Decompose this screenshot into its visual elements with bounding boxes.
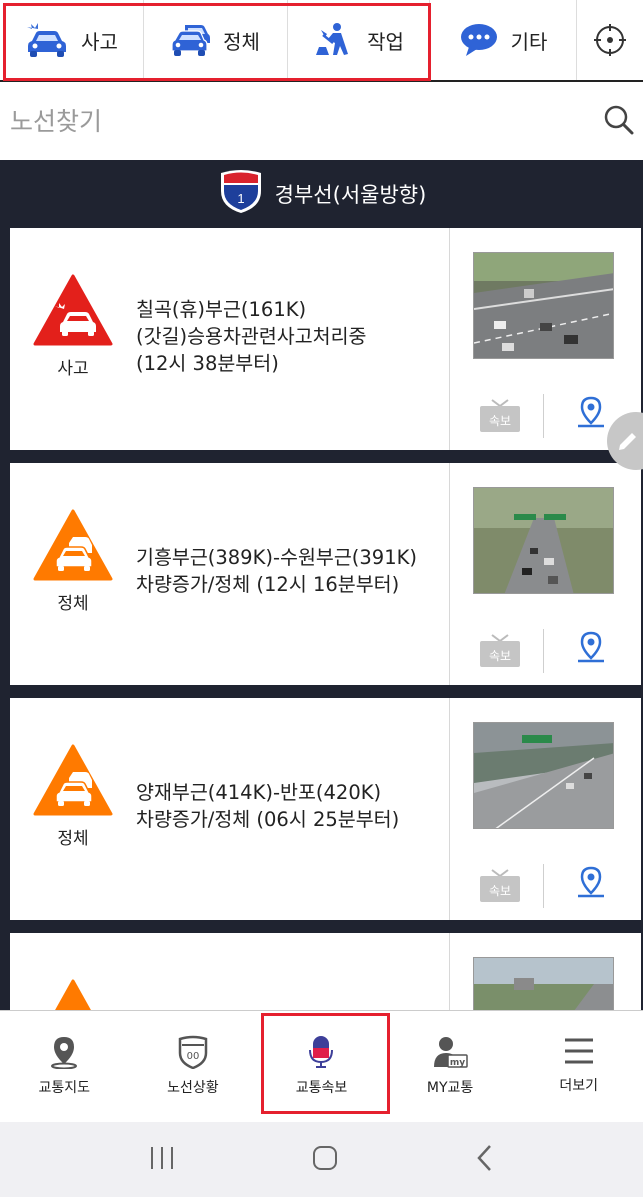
nav-traffic-map-label: 교통지도 (38, 1080, 91, 1096)
tab-roadwork-label: 작업 (367, 29, 404, 54)
tab-roadwork[interactable]: 작업 (288, 0, 430, 80)
incident-line: (12시 38분부터) (136, 352, 279, 375)
pencil-icon (619, 433, 636, 450)
roadwork-icon (313, 21, 355, 59)
route-search-bar (0, 82, 643, 160)
route-search-input[interactable] (10, 106, 570, 136)
incident-description: 기흥부근(389K)-수원부근(391K) 차량증가/정체 (12시 16분부터… (136, 544, 456, 598)
nav-route-status[interactable]: 00 노선상황 (129, 1011, 258, 1122)
incident-card[interactable]: 정체 기흥부근(389K)-수원부근(391K) 차량증가/정체 (12시 16… (10, 463, 641, 685)
route-header: 1 경부선(서울방향) (0, 160, 643, 228)
tab-accident[interactable]: 사고 (0, 0, 144, 80)
card-divider (449, 228, 450, 450)
action-separator (543, 629, 544, 673)
flash-news-label: 속보 (489, 884, 511, 898)
incident-line: 양재부근(414K)-반포(420K) (136, 781, 382, 804)
incident-card[interactable] (10, 933, 641, 1010)
tv-flash-icon: 속보 (480, 399, 520, 432)
car-crash-icon (25, 21, 69, 59)
incident-card[interactable]: 정체 양재부근(414K)-반포(420K) 차량증가/정체 (06시 25분부… (10, 698, 641, 920)
menu-icon (564, 1038, 593, 1064)
incident-badge (28, 979, 118, 1010)
nav-route-status-label: 노선상황 (167, 1080, 219, 1096)
incident-category: 사고 (57, 359, 89, 379)
home-icon[interactable] (311, 1144, 339, 1176)
highway-shield-icon: 1 (217, 169, 265, 220)
card-divider (449, 463, 450, 685)
incident-description: 칠곡(휴)부근(161K) (갓길)승용차관련사고처리중 (12시 38분부터) (136, 296, 456, 377)
svg-text:00: 00 (187, 1051, 200, 1062)
incident-line: 차량증가/정체 (12시 16분부터) (136, 573, 400, 596)
map-location-button[interactable] (574, 396, 608, 434)
tv-flash-icon: 속보 (480, 634, 520, 667)
nav-my-traffic-label: MY교통 (426, 1080, 474, 1096)
crosshair-icon (593, 23, 627, 57)
action-separator (543, 864, 544, 908)
map-pin-icon (578, 631, 604, 663)
accident-warning-icon (33, 274, 113, 346)
congestion-warning-icon (33, 509, 113, 581)
incident-list: 1 경부선(서울방향) 사고 칠곡(휴)부근(161K) (갓길)승용차관련사고… (0, 160, 643, 1010)
cctv-thumbnail[interactable] (473, 722, 614, 829)
flash-news-label: 속보 (489, 414, 511, 428)
flash-news-button[interactable]: 속보 (478, 868, 522, 908)
incident-line: 기흥부근(389K)-수원부근(391K) (136, 546, 418, 569)
nav-more[interactable]: 더보기 (514, 1011, 643, 1122)
flash-news-button[interactable]: 속보 (478, 398, 522, 438)
incident-badge: 정체 (28, 744, 118, 849)
my-user-icon: my (434, 1037, 468, 1068)
tv-flash-icon: 속보 (480, 869, 520, 902)
svg-text:my: my (450, 1058, 465, 1068)
nav-traffic-flash[interactable]: 교통속보 (257, 1011, 386, 1122)
congestion-warning-icon (55, 979, 91, 1010)
route-number: 1 (237, 191, 244, 206)
search-icon[interactable] (603, 104, 635, 140)
incident-badge: 사고 (28, 274, 118, 379)
incident-description: 양재부근(414K)-반포(420K) 차량증가/정체 (06시 25분부터) (136, 779, 456, 833)
chat-bubble-icon (459, 23, 499, 57)
map-pin-icon (51, 1037, 78, 1069)
incident-filter-bar: 사고 정체 작업 기타 (0, 0, 643, 82)
incident-badge: 정체 (28, 509, 118, 614)
route-shield-icon: 00 (178, 1035, 208, 1069)
back-icon[interactable] (475, 1144, 495, 1176)
flash-news-label: 속보 (489, 649, 511, 663)
tab-other[interactable]: 기타 (430, 0, 577, 80)
action-separator (543, 394, 544, 438)
card-divider (449, 933, 450, 1010)
nav-more-label: 더보기 (559, 1078, 598, 1094)
incident-card[interactable]: 사고 칠곡(휴)부근(161K) (갓길)승용차관련사고처리중 (12시 38분… (10, 228, 641, 450)
nav-traffic-map[interactable]: 교통지도 (0, 1011, 129, 1122)
tab-other-label: 기타 (510, 29, 548, 54)
cctv-thumbnail[interactable] (473, 487, 614, 594)
map-location-button[interactable] (574, 631, 608, 669)
route-name: 경부선(서울방향) (274, 183, 427, 207)
tab-congestion-label: 정체 (223, 29, 260, 54)
recent-apps-icon[interactable] (148, 1145, 176, 1175)
microphone-icon (309, 1036, 334, 1068)
cctv-thumbnail[interactable] (473, 252, 614, 359)
incident-line: 차량증가/정체 (06시 25분부터) (136, 808, 400, 831)
incident-line: (갓길)승용차관련사고처리중 (136, 325, 367, 348)
map-location-button[interactable] (574, 866, 608, 904)
congestion-warning-icon (33, 744, 113, 816)
nav-traffic-flash-label: 교통속보 (295, 1080, 348, 1096)
map-pin-icon (578, 866, 604, 898)
incident-category: 정체 (57, 594, 89, 614)
traffic-jam-icon (171, 21, 211, 59)
locate-button[interactable] (577, 0, 643, 80)
card-divider (449, 698, 450, 920)
bottom-navigation: 교통지도 00 노선상황 교통속보 my MY교통 더보기 (0, 1010, 643, 1122)
tab-accident-label: 사고 (81, 29, 118, 54)
incident-line: 칠곡(휴)부근(161K) (136, 298, 307, 321)
map-pin-icon (578, 396, 604, 428)
cctv-thumbnail[interactable] (473, 957, 614, 1010)
system-navigation-bar (0, 1122, 643, 1197)
incident-category: 정체 (57, 829, 89, 849)
nav-my-traffic[interactable]: my MY교통 (386, 1011, 515, 1122)
flash-news-button[interactable]: 속보 (478, 633, 522, 673)
tab-congestion[interactable]: 정체 (144, 0, 288, 80)
